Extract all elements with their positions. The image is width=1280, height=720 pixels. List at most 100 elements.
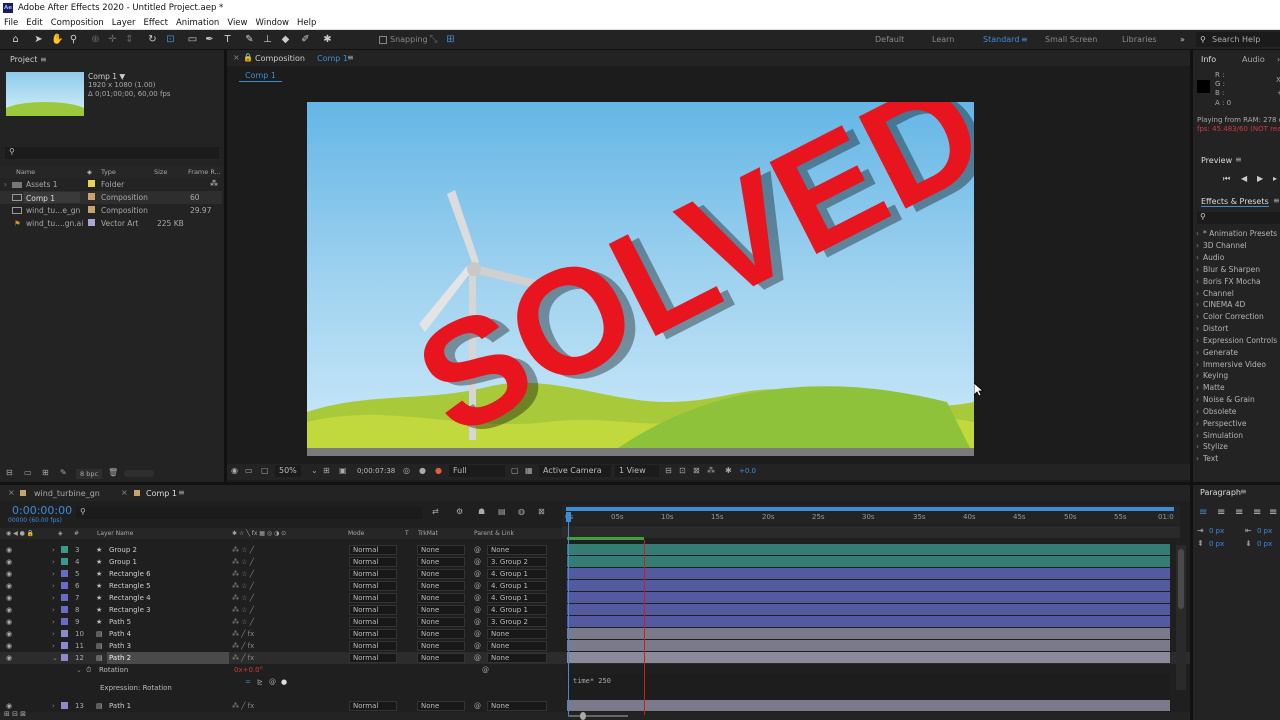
fast-previews-icon[interactable]: ⊡ [679,466,686,475]
parent-dropdown[interactable]: 3. Group 2 [487,617,547,627]
effect-category[interactable]: › Distort [1196,323,1228,335]
menu-window[interactable]: Window [251,16,293,30]
menu-edit[interactable]: Edit [22,16,46,30]
effect-category[interactable]: › Obsolete [1196,406,1236,418]
close-icon[interactable]: × [8,488,15,497]
scrollbar-thumb[interactable] [1178,549,1184,609]
current-time-display[interactable]: 0:00:00:00 [12,504,72,517]
work-area-bar[interactable] [566,507,1174,511]
space-after-value[interactable]: 0 px [1257,540,1272,548]
new-folder-icon[interactable]: ▭ [24,468,32,477]
next-frame-icon[interactable]: ▸ [1273,174,1277,183]
eraser-tool-icon[interactable]: ◆ [280,34,291,45]
roto-brush-icon[interactable]: ✐ [300,34,311,45]
label-color[interactable] [61,618,68,625]
clone-stamp-icon[interactable]: ⊥ [262,34,273,45]
trash-icon[interactable]: 🗑 [108,468,118,477]
anchor-tool-icon[interactable]: ⊡ [165,34,176,45]
view-layout-dropdown[interactable]: 1 View [615,465,659,477]
pickwhip-icon[interactable]: @ [474,640,481,652]
timeline-scrollbar[interactable] [1176,545,1186,690]
pickwhip-icon[interactable]: @ [474,652,481,664]
mode-dropdown[interactable]: Normal [349,653,397,663]
zoom-tool-icon[interactable]: ⚲ [68,34,79,45]
layer-switches[interactable]: ⁂ ☆ ╱ [232,580,254,592]
always-preview-icon[interactable]: ◉ [231,466,238,475]
snap-grid-icon[interactable]: ⊞ [445,34,456,45]
trkmat-dropdown[interactable]: None [417,545,465,555]
visibility-eye-icon[interactable]: ◉ [6,640,12,652]
expand-arrow-icon[interactable]: › [52,544,55,556]
workspace-standard[interactable]: Standard [983,35,1019,44]
audio-tab[interactable]: Audio [1242,55,1265,64]
layer-duration-bar[interactable] [567,592,1170,603]
previous-frame-icon[interactable]: ◀ [1241,174,1247,183]
effect-category[interactable]: › Generate [1196,347,1238,359]
project-tab[interactable]: Project [10,52,37,68]
pen-tool-icon[interactable]: ✒ [204,34,215,45]
play-icon[interactable]: ▶ [1257,174,1263,183]
parent-dropdown[interactable]: 3. Group 2 [487,557,547,567]
layer-row[interactable]: ◉ › 9 ★ Path 5 ⁂ ☆ ╱ Normal None @ 3. Gr… [0,616,1280,628]
effect-category[interactable]: › Text [1196,453,1218,465]
flowchart-icon[interactable]: ⁂ [210,179,218,188]
composition-tab-comp[interactable]: Comp 1 [317,54,348,63]
layer-switches[interactable]: ⁂ ╱ fx [232,700,254,712]
mode-dropdown[interactable]: Normal [349,593,397,603]
visibility-eye-icon[interactable]: ◉ [6,604,12,616]
effect-category[interactable]: › Boris FX Mocha [1196,276,1261,288]
layer-row[interactable]: ◉ › 6 ★ Rectangle 5 ⁂ ☆ ╱ Normal None @ … [0,580,1280,592]
resolution-dropdown[interactable]: Full [449,465,505,477]
workspace-libraries[interactable]: Libraries [1122,35,1157,44]
project-settings-icon[interactable]: ✎ [60,468,67,477]
comp-mini-flowchart-icon[interactable]: ⇄ [432,507,439,516]
label-color[interactable] [61,630,68,637]
label-color[interactable] [61,606,68,613]
effect-category[interactable]: › Noise & Grain [1196,394,1255,406]
type-tool-icon[interactable]: T [222,34,233,45]
toggle-pixel-icon[interactable]: ⊟ [665,466,672,475]
menu-layer[interactable]: Layer [108,16,140,30]
visibility-eye-icon[interactable]: ◉ [6,628,12,640]
snapping-checkbox[interactable] [379,36,387,44]
visibility-eye-icon[interactable]: ◉ [6,652,12,664]
draft-3d-icon[interactable]: ⚙ [456,507,463,516]
brush-tool-icon[interactable]: ✎ [244,34,255,45]
workspace-menu-icon[interactable]: ≡ [1021,35,1028,44]
parent-dropdown[interactable]: None [487,641,547,651]
col-type[interactable]: Type [101,166,116,178]
layer-switches[interactable]: ⁂ ☆ ╱ [232,544,254,556]
pickwhip-icon[interactable]: @ [482,664,489,676]
timeline-menu-icon[interactable]: ≡ [178,488,185,497]
trkmat-dropdown[interactable]: None [417,653,465,663]
visibility-eye-icon[interactable]: ◉ [6,580,12,592]
zoom-slider-handle[interactable] [580,712,586,720]
parent-dropdown[interactable]: None [487,629,547,639]
expand-arrow-icon[interactable]: › [52,568,55,580]
project-search-input[interactable]: ⚲ [5,147,219,159]
layer-switches[interactable]: ⁂ ╱ fx [232,628,254,640]
expand-arrow-icon[interactable]: › [52,700,55,712]
menu-effect[interactable]: Effect [140,16,172,30]
layer-duration-bar[interactable] [567,700,1170,711]
layer-switches[interactable]: ⁂ ╱ fx [232,652,254,664]
col-parent[interactable]: Parent & Link [474,528,514,539]
thumbnail-size-slider[interactable] [124,470,154,477]
parent-dropdown[interactable]: 4. Group 1 [487,605,547,615]
label-color[interactable] [88,193,95,200]
layer-switches[interactable]: ⁂ ☆ ╱ [232,568,254,580]
col-layer-name[interactable]: Layer Name [97,528,133,539]
orbit-camera-icon[interactable]: ⊕ [90,34,101,45]
visibility-eye-icon[interactable]: ◉ [6,556,12,568]
puppet-tool-icon[interactable]: ✱ [322,34,333,45]
col-name[interactable]: Name [16,166,35,178]
visibility-eye-icon[interactable]: ◉ [6,616,12,628]
parent-dropdown[interactable]: 4. Group 1 [487,581,547,591]
snap-options-icon[interactable]: ⤡ [428,34,439,45]
layer-switches[interactable]: ⁂ ☆ ╱ [232,604,254,616]
layer-duration-bar[interactable] [567,640,1170,651]
label-color[interactable] [61,558,68,565]
menu-view[interactable]: View [223,16,251,30]
label-color[interactable] [88,180,95,187]
composition-menu-icon[interactable]: ≡ [347,53,354,62]
